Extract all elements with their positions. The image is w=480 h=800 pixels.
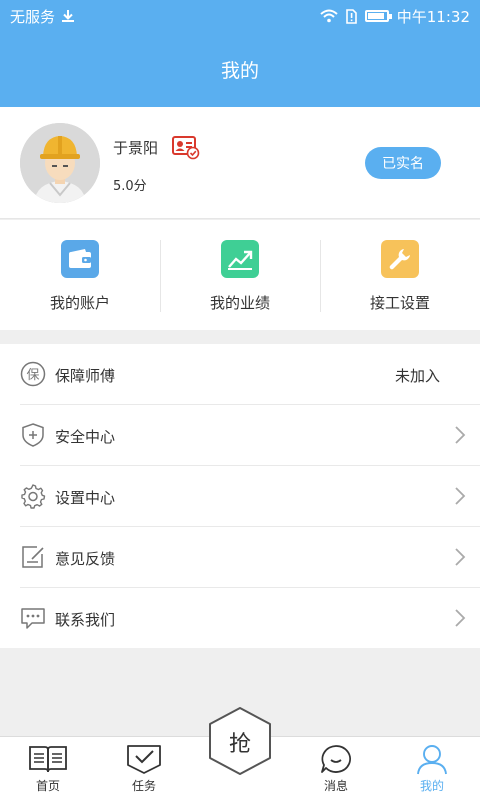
chevron-right-icon — [455, 487, 466, 505]
quick-action-order-settings[interactable]: 接工设置 — [320, 220, 480, 330]
profile-card[interactable]: 于景阳 5.0分 已实名 — [0, 107, 480, 219]
menu-item-label: 保障师傅 — [55, 367, 116, 385]
wrench-icon — [381, 240, 419, 278]
book-icon — [29, 746, 67, 773]
svg-text:保: 保 — [26, 368, 39, 383]
menu-item-settings[interactable]: 设置中心 — [0, 466, 480, 527]
chevron-right-icon — [455, 426, 466, 444]
task-check-icon — [127, 745, 161, 774]
chevron-right-icon — [455, 548, 466, 566]
menu-item-feedback[interactable]: 意见反馈 — [0, 527, 480, 588]
grab-order-label: 抢 — [228, 732, 251, 757]
feedback-icon — [22, 546, 44, 568]
tab-label: 首页 — [35, 779, 60, 793]
status-time: 中午11:32 — [396, 7, 470, 26]
shield-icon — [22, 423, 44, 447]
id-card-verified-icon — [172, 136, 200, 160]
status-bar: 无服务 中午11:32 — [0, 0, 480, 32]
sim-alert-icon — [345, 8, 357, 24]
battery-icon — [364, 10, 392, 22]
quick-action-label: 接工设置 — [369, 294, 430, 312]
quick-action-account[interactable]: 我的账户 — [0, 220, 160, 330]
quick-action-performance[interactable]: 我的业绩 — [160, 220, 320, 330]
chat-dots-icon — [21, 608, 45, 629]
tab-home[interactable]: 首页 — [13, 737, 83, 800]
menu-item-label: 联系我们 — [55, 611, 116, 629]
carrier-text: 无服务 — [10, 7, 56, 26]
user-name: 于景阳 — [113, 139, 159, 157]
tab-label: 消息 — [323, 779, 348, 793]
chevron-right-icon — [455, 609, 466, 627]
wallet-icon — [61, 240, 99, 278]
download-icon — [62, 10, 75, 22]
menu-item-value: 未加入 — [394, 367, 440, 385]
avatar[interactable] — [20, 123, 100, 203]
menu-item-contact[interactable]: 联系我们 — [0, 588, 480, 649]
quick-action-label: 我的业绩 — [209, 294, 270, 312]
menu-item-guarantee[interactable]: 保 保障师傅 未加入 — [0, 344, 480, 405]
settings-menu: 保 保障师傅 未加入 安全中心 设置中心 意见反馈 联系我们 — [0, 344, 480, 648]
guarantee-icon: 保 — [20, 361, 46, 387]
header-bar: 我的 — [0, 32, 480, 107]
menu-item-label: 安全中心 — [55, 428, 116, 446]
page-title: 我的 — [220, 60, 259, 82]
message-icon — [321, 745, 351, 773]
tab-tasks[interactable]: 任务 — [109, 737, 179, 800]
trend-chart-icon — [221, 240, 259, 278]
user-rating: 5.0分 — [113, 179, 147, 194]
worker-avatar-icon — [20, 123, 100, 203]
wifi-icon — [320, 9, 338, 23]
tab-label: 我的 — [419, 779, 444, 793]
tab-mine[interactable]: 我的 — [397, 737, 467, 800]
menu-item-security[interactable]: 安全中心 — [0, 405, 480, 466]
user-icon — [417, 745, 447, 775]
tab-messages[interactable]: 消息 — [301, 737, 371, 800]
gear-icon — [21, 484, 46, 509]
quick-actions: 我的账户 我的业绩 接工设置 — [0, 220, 480, 330]
tab-label: 任务 — [131, 779, 156, 793]
menu-item-label: 设置中心 — [55, 489, 116, 507]
quick-action-label: 我的账户 — [49, 294, 110, 312]
menu-item-label: 意见反馈 — [55, 550, 116, 568]
verified-badge-button[interactable]: 已实名 — [365, 147, 441, 179]
